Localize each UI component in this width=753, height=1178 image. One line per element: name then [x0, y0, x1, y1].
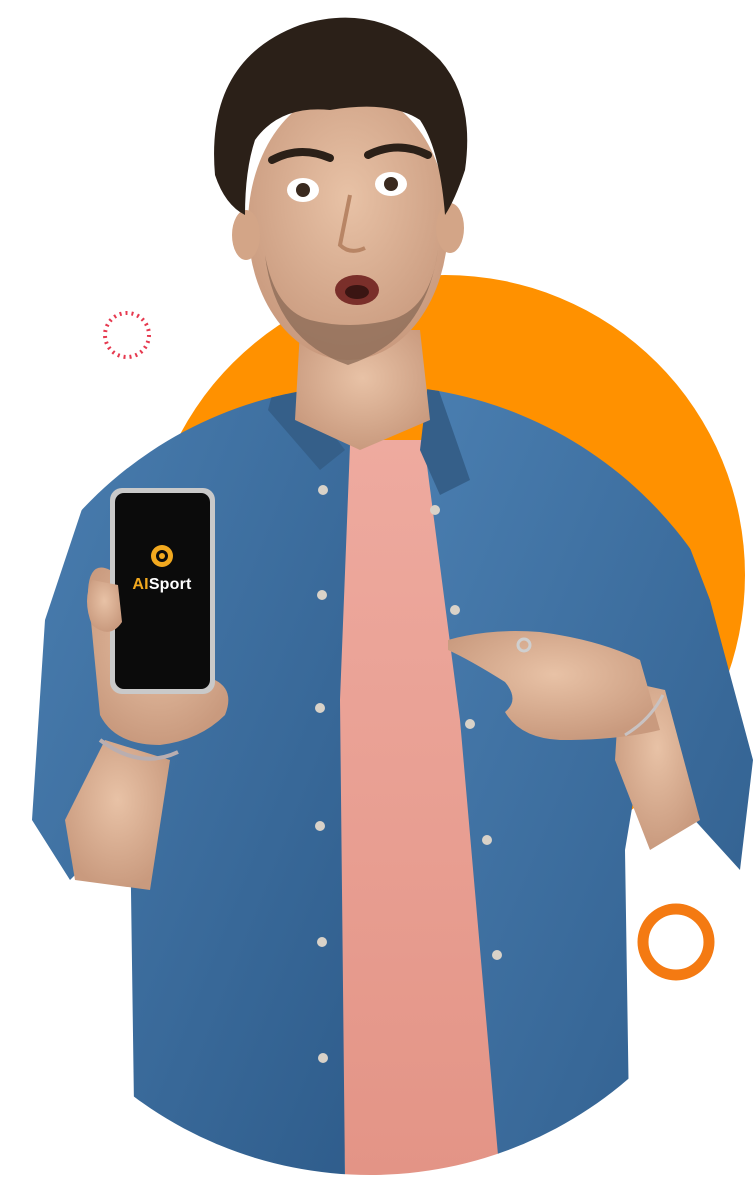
app-name: AISport [132, 576, 192, 593]
right-ear [436, 203, 464, 253]
left-ear [232, 210, 260, 260]
thumb [87, 580, 122, 632]
face [248, 90, 448, 360]
hero-illustration: AISport [0, 0, 753, 1178]
phone: AISport [110, 488, 215, 694]
ball-logo-icon [151, 545, 173, 567]
hero-svg: AISport [32, 17, 753, 1175]
orange-ring-icon [637, 903, 715, 981]
app-name-suffix: Sport [149, 576, 192, 593]
dotted-ring-icon [103, 311, 151, 359]
app-name-prefix: AI [132, 576, 148, 593]
